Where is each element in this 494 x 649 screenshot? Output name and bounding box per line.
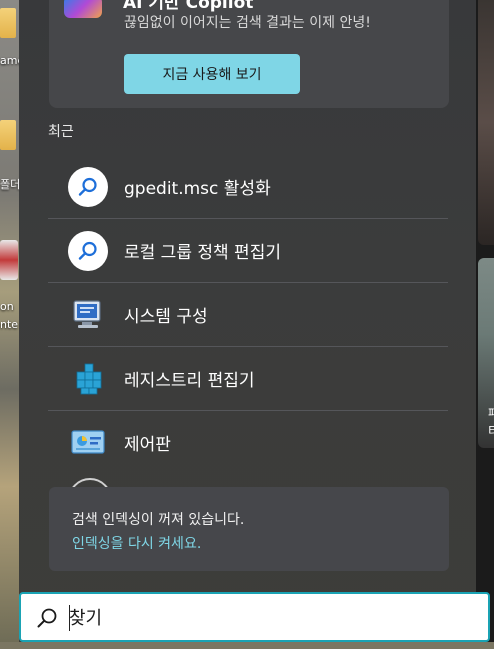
background-window xyxy=(478,0,494,245)
desktop-label: nte xyxy=(0,318,19,331)
search-bar[interactable] xyxy=(19,592,490,642)
try-now-button[interactable]: 지금 사용해 보기 xyxy=(124,54,300,94)
recent-item-label: 시스템 구성 xyxy=(124,307,208,327)
indexing-notice: 검색 인덱싱이 꺼져 있습니다. 인덱싱을 다시 켜세요. xyxy=(49,487,449,571)
desktop-label: 티 xyxy=(488,424,494,438)
system-config-icon xyxy=(68,295,108,335)
recent-item-group-policy[interactable]: 로컬 그룹 정책 편집기 xyxy=(48,219,448,283)
recent-item-label: 레지스트리 편집기 xyxy=(124,371,255,391)
indexing-notice-text: 검색 인덱싱이 꺼져 있습니다. xyxy=(72,512,245,528)
recent-item-registry-editor[interactable]: 레지스트리 편집기 xyxy=(48,347,448,411)
registry-editor-icon xyxy=(68,359,108,399)
copilot-description: 끊임없이 이어지는 검색 결과는 이제 안녕! xyxy=(124,15,371,31)
recent-item-control-panel[interactable]: 제어판 xyxy=(48,411,448,474)
recent-item-system-config[interactable]: 시스템 구성 xyxy=(48,283,448,347)
copilot-logo-icon xyxy=(64,0,102,18)
copilot-promo-card: AI 기반 Copilot 끊임없이 이어지는 검색 결과는 이제 안녕! 지금… xyxy=(49,0,449,108)
search-icon xyxy=(68,230,108,271)
recent-list: gpedit.msc 활성화 로컬 그룹 정책 편집기 시스템 구성 레지스트리… xyxy=(48,155,448,474)
folder-icon[interactable] xyxy=(0,120,16,150)
search-input[interactable] xyxy=(69,602,469,634)
recent-heading: 최근 xyxy=(48,124,74,140)
recent-item-label: 제어판 xyxy=(124,435,171,455)
folder-icon[interactable] xyxy=(0,8,16,38)
search-icon xyxy=(68,478,112,487)
search-icon xyxy=(37,608,57,628)
control-panel-icon xyxy=(68,423,108,463)
recent-item-gpedit[interactable]: gpedit.msc 활성화 xyxy=(48,155,448,219)
recent-item-label: gpedit.msc 활성화 xyxy=(124,179,271,199)
search-icon xyxy=(68,166,108,207)
search-panel: AI 기반 Copilot 끊임없이 이어지는 검색 결과는 이제 안녕! 지금… xyxy=(19,0,476,649)
enable-indexing-link[interactable]: 인덱싱을 다시 켜세요. xyxy=(72,533,201,553)
recent-item-label: 로컬 그룹 정책 편집기 xyxy=(124,243,281,263)
desktop-label: 패 xyxy=(488,406,494,420)
recent-item-partial[interactable] xyxy=(48,475,448,487)
desktop-label: on xyxy=(0,300,14,313)
desktop-label: 폴더 xyxy=(0,178,21,191)
desktop-background-bottom xyxy=(0,642,494,649)
app-icon[interactable] xyxy=(0,240,18,280)
